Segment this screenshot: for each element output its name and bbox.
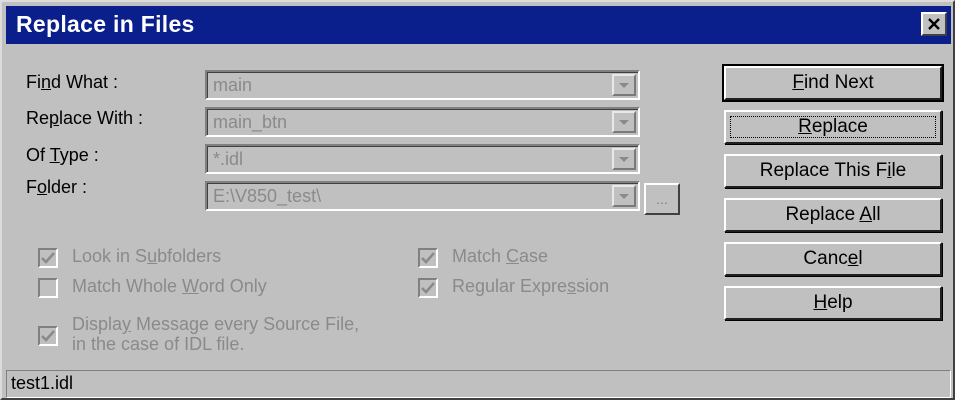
replace-button[interactable]: Replace: [724, 110, 942, 144]
close-button[interactable]: [921, 12, 947, 36]
checkbox-box: [38, 248, 58, 268]
replace-in-files-dialog: Replace in Files Find What : main Replac…: [0, 0, 955, 400]
folder-dropdown-button[interactable]: [612, 185, 636, 207]
display-message-line2: in the case of IDL file.: [72, 334, 245, 354]
status-bar: test1.idl: [6, 370, 951, 398]
replace-with-value: main_btn: [213, 112, 288, 132]
close-icon: [928, 18, 940, 30]
checkmark-icon: [421, 252, 435, 264]
status-text: test1.idl: [11, 373, 74, 393]
chevron-down-icon: [619, 193, 629, 199]
look-in-subfolders-label: Look in Subfolders: [72, 246, 222, 266]
replace-all-button[interactable]: Replace All: [724, 198, 942, 232]
replace-with-dropdown-button[interactable]: [612, 111, 636, 133]
checkmark-icon: [421, 282, 435, 294]
checkmark-icon: [41, 252, 55, 264]
window-title: Replace in Files: [16, 11, 195, 37]
display-message-checkbox[interactable]: Display Message every Source File, in th…: [38, 314, 359, 354]
folder-value: E:\V850_test\: [213, 186, 322, 206]
checkbox-box: [418, 278, 438, 298]
checkbox-box: [38, 326, 58, 346]
folder-label: Folder :: [26, 177, 88, 197]
display-message-label: Display Message every Source File, in th…: [72, 314, 360, 354]
match-whole-word-checkbox[interactable]: Match Whole Word Only: [38, 276, 267, 298]
of-type-combo[interactable]: *.idl: [205, 144, 640, 174]
look-in-subfolders-checkbox[interactable]: Look in Subfolders: [38, 246, 221, 268]
chevron-down-icon: [619, 82, 629, 88]
folder-combo[interactable]: E:\V850_test\: [205, 181, 640, 211]
cancel-button[interactable]: Cancel: [724, 242, 942, 276]
regular-expression-checkbox[interactable]: Regular Expression: [418, 276, 609, 298]
checkbox-box: [418, 248, 438, 268]
replace-with-label: Replace With :: [26, 108, 144, 128]
match-case-label: Match Case: [452, 246, 549, 266]
focus-ring: [730, 116, 936, 138]
find-what-value: main: [213, 75, 253, 95]
regular-expression-label: Regular Expression: [452, 276, 610, 296]
of-type-value: *.idl: [213, 149, 244, 169]
replace-this-file-button[interactable]: Replace This File: [724, 154, 942, 188]
match-case-checkbox[interactable]: Match Case: [418, 246, 548, 268]
chevron-down-icon: [619, 119, 629, 125]
help-button[interactable]: Help: [724, 286, 942, 320]
title-bar[interactable]: Replace in Files: [6, 6, 951, 44]
chevron-down-icon: [619, 156, 629, 162]
find-next-button[interactable]: Find Next: [722, 64, 944, 102]
checkmark-icon: [41, 330, 55, 342]
find-what-label: Find What :: [26, 72, 119, 92]
find-what-combo[interactable]: main: [205, 70, 640, 100]
match-whole-word-label: Match Whole Word Only: [72, 276, 267, 296]
of-type-label: Of Type :: [26, 145, 99, 165]
find-what-dropdown-button[interactable]: [612, 74, 636, 96]
replace-with-combo[interactable]: main_btn: [205, 107, 640, 137]
checkbox-box: [38, 278, 58, 298]
browse-folder-button[interactable]: ...: [644, 183, 680, 215]
of-type-dropdown-button[interactable]: [612, 148, 636, 170]
